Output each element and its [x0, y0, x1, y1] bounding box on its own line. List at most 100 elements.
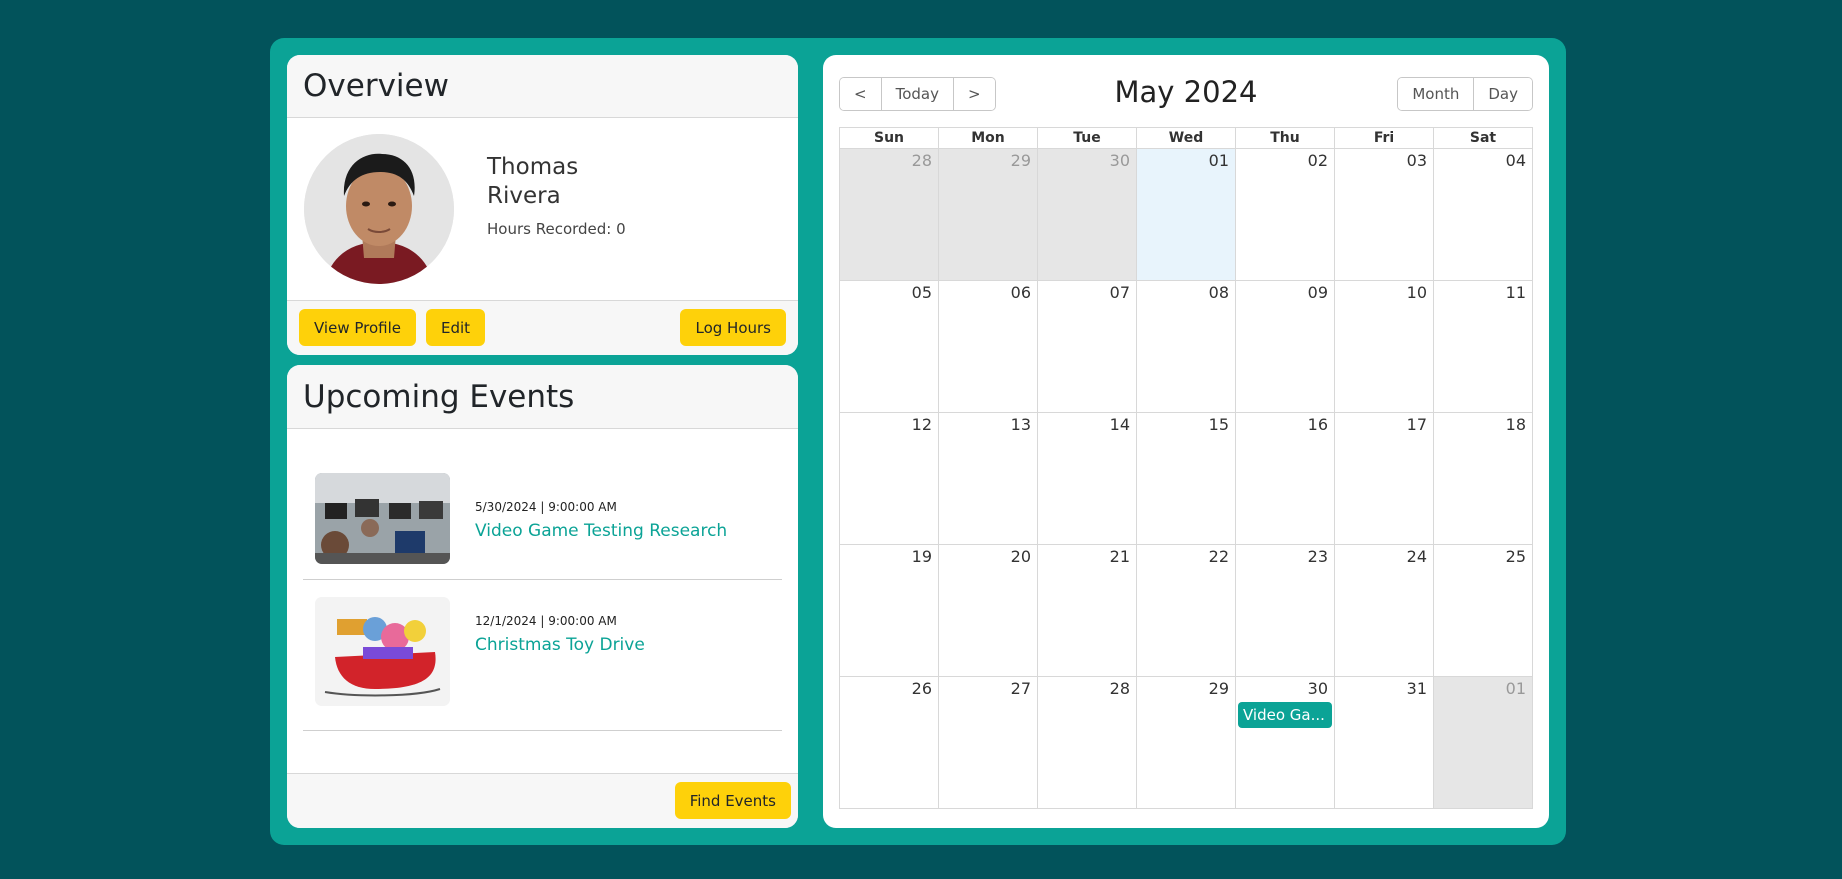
- calendar-day[interactable]: 27: [939, 677, 1038, 809]
- calendar-week: 26 27 28 29 30 Video Ga... 31 01: [840, 677, 1533, 809]
- day-number: 27: [1010, 679, 1031, 698]
- calendar-day[interactable]: 29: [939, 149, 1038, 281]
- find-events-button[interactable]: Find Events: [674, 782, 791, 819]
- event-thumbnail[interactable]: [315, 597, 450, 706]
- calendar-day[interactable]: 13: [939, 413, 1038, 545]
- day-number: 09: [1307, 283, 1328, 302]
- calendar-day[interactable]: 22: [1137, 545, 1236, 677]
- day-number: 20: [1010, 547, 1031, 566]
- calendar-day[interactable]: 12: [840, 413, 939, 545]
- dow-fri: Fri: [1335, 128, 1434, 149]
- calendar-day[interactable]: 05: [840, 281, 939, 413]
- calendar-day[interactable]: 04: [1434, 149, 1533, 281]
- day-number: 01: [1208, 151, 1229, 170]
- hours-recorded: Hours Recorded: 0: [487, 220, 626, 238]
- day-number: 01: [1505, 679, 1526, 698]
- day-number: 06: [1010, 283, 1031, 302]
- day-number: 15: [1208, 415, 1229, 434]
- day-number: 03: [1406, 151, 1427, 170]
- calendar-day[interactable]: 20: [939, 545, 1038, 677]
- user-last-name: Rivera: [487, 183, 561, 209]
- user-name: Thomas Rivera: [487, 153, 578, 211]
- calendar-card: < Today > May 2024 Month Day Sun Mon Tue…: [823, 55, 1549, 828]
- day-number: 31: [1406, 679, 1427, 698]
- calendar-day[interactable]: 09: [1236, 281, 1335, 413]
- calendar-day[interactable]: 15: [1137, 413, 1236, 545]
- list-item[interactable]: 12/1/2024 | 9:00:00 AM Christmas Toy Dri…: [303, 580, 782, 731]
- overview-title: Overview: [303, 68, 449, 104]
- calendar-day-today[interactable]: 01: [1137, 149, 1236, 281]
- overview-header: Overview: [287, 55, 798, 118]
- day-number: 07: [1109, 283, 1130, 302]
- list-item[interactable]: 5/30/2024 | 9:00:00 AM Video Game Testin…: [303, 429, 782, 580]
- event-image: [315, 473, 450, 564]
- profile-photo: [304, 134, 454, 284]
- user-first-name: Thomas: [487, 154, 579, 180]
- calendar-day[interactable]: 21: [1038, 545, 1137, 677]
- calendar-grid: Sun Mon Tue Wed Thu Fri Sat 28 29 30 01 …: [839, 127, 1533, 809]
- day-number: 29: [1010, 151, 1031, 170]
- calendar-day[interactable]: 02: [1236, 149, 1335, 281]
- day-number: 02: [1307, 151, 1328, 170]
- day-number: 08: [1208, 283, 1229, 302]
- calendar-day[interactable]: 03: [1335, 149, 1434, 281]
- event-title-link[interactable]: Video Game Testing Research: [475, 521, 727, 541]
- day-number: 16: [1307, 415, 1328, 434]
- dow-tue: Tue: [1038, 128, 1137, 149]
- calendar-day[interactable]: 26: [840, 677, 939, 809]
- calendar-day[interactable]: 24: [1335, 545, 1434, 677]
- calendar-view-toggle: Month Day: [1397, 77, 1533, 111]
- calendar-day[interactable]: 30: [1038, 149, 1137, 281]
- calendar-day[interactable]: 16: [1236, 413, 1335, 545]
- log-hours-button[interactable]: Log Hours: [680, 309, 786, 346]
- day-number: 05: [911, 283, 932, 302]
- calendar-day[interactable]: 11: [1434, 281, 1533, 413]
- calendar-day[interactable]: 23: [1236, 545, 1335, 677]
- event-date: 12/1/2024 | 9:00:00 AM: [475, 614, 617, 628]
- dow-sat: Sat: [1434, 128, 1533, 149]
- calendar-week: 12 13 14 15 16 17 18: [840, 413, 1533, 545]
- events-header: Upcoming Events: [287, 365, 798, 429]
- overview-footer: View Profile Edit Log Hours: [287, 300, 798, 355]
- day-view-button[interactable]: Day: [1474, 78, 1532, 110]
- day-number: 28: [911, 151, 932, 170]
- event-image: [315, 597, 450, 706]
- calendar-week: 28 29 30 01 02 03 04: [840, 149, 1533, 281]
- event-thumbnail[interactable]: [315, 473, 450, 564]
- edit-button[interactable]: Edit: [426, 309, 486, 346]
- day-number: 12: [911, 415, 932, 434]
- calendar-day[interactable]: 31: [1335, 677, 1434, 809]
- event-title-link[interactable]: Christmas Toy Drive: [475, 635, 645, 655]
- calendar-event[interactable]: Video Ga...: [1238, 702, 1332, 728]
- dashboard-frame: Overview Thomas Rivera Hours Recorded: 0…: [270, 38, 1566, 845]
- day-number: 26: [911, 679, 932, 698]
- calendar-day[interactable]: 25: [1434, 545, 1533, 677]
- calendar-day[interactable]: 28: [1038, 677, 1137, 809]
- day-of-week-header: Sun Mon Tue Wed Thu Fri Sat: [840, 128, 1533, 149]
- overview-card: Overview Thomas Rivera Hours Recorded: 0…: [287, 55, 798, 355]
- dow-wed: Wed: [1137, 128, 1236, 149]
- calendar-day[interactable]: 28: [840, 149, 939, 281]
- day-number: 04: [1505, 151, 1526, 170]
- event-date: 5/30/2024 | 9:00:00 AM: [475, 500, 617, 514]
- avatar: [304, 134, 454, 284]
- calendar-day[interactable]: 08: [1137, 281, 1236, 413]
- calendar-day[interactable]: 30 Video Ga...: [1236, 677, 1335, 809]
- calendar-day[interactable]: 18: [1434, 413, 1533, 545]
- calendar-day[interactable]: 19: [840, 545, 939, 677]
- calendar-day[interactable]: 10: [1335, 281, 1434, 413]
- calendar-day[interactable]: 29: [1137, 677, 1236, 809]
- calendar-day[interactable]: 14: [1038, 413, 1137, 545]
- view-profile-button[interactable]: View Profile: [299, 309, 417, 346]
- calendar-day[interactable]: 01: [1434, 677, 1533, 809]
- calendar-day[interactable]: 06: [939, 281, 1038, 413]
- calendar-day[interactable]: 17: [1335, 413, 1434, 545]
- calendar-day[interactable]: 07: [1038, 281, 1137, 413]
- day-number: 25: [1505, 547, 1526, 566]
- day-number: 13: [1010, 415, 1031, 434]
- calendar-week: 05 06 07 08 09 10 11: [840, 281, 1533, 413]
- day-number: 18: [1505, 415, 1526, 434]
- day-number: 23: [1307, 547, 1328, 566]
- day-number: 30: [1307, 679, 1328, 698]
- month-view-button[interactable]: Month: [1398, 78, 1475, 110]
